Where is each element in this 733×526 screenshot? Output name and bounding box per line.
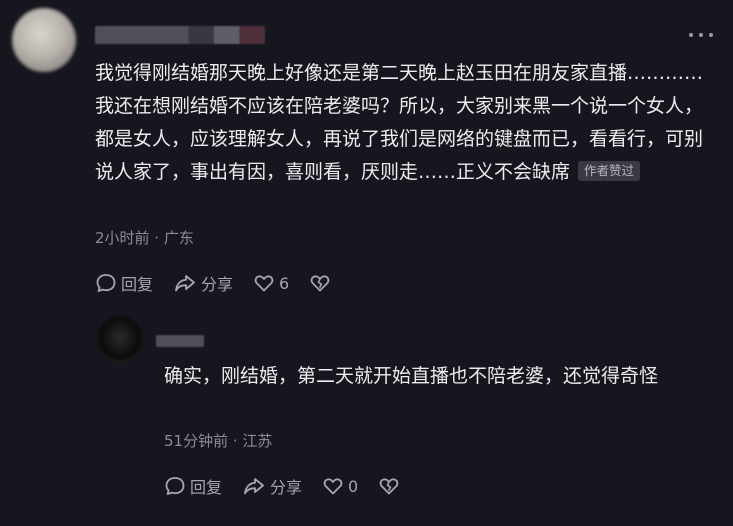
- reply-reply-button[interactable]: 回复: [164, 474, 222, 498]
- avatar[interactable]: [12, 8, 76, 72]
- reply-username-blurred[interactable]: [156, 335, 204, 347]
- broken-heart-icon: [379, 478, 399, 495]
- author-liked-badge: 作者赞过: [578, 161, 641, 181]
- comment-text-block: 我觉得刚结婚那天晚上好像还是第二天晚上赵玉田在朋友家直播…………我还在想刚结婚不…: [95, 57, 710, 189]
- reply-text: 确实，刚结婚，第二天就开始直播也不陪老婆，还觉得奇怪: [164, 365, 659, 387]
- heart-icon: [254, 275, 274, 292]
- reply-label: 回复: [190, 478, 223, 497]
- comment-bubble-icon: [165, 477, 185, 495]
- more-options-icon[interactable]: [689, 33, 713, 37]
- like-count: 0: [348, 476, 359, 496]
- share-label: 分享: [201, 275, 234, 294]
- reply-avatar[interactable]: [96, 316, 144, 364]
- reply-label: 回复: [121, 275, 154, 294]
- comment-meta: 2小时前 · 广东: [95, 229, 194, 247]
- comment-bubble-icon: [96, 274, 116, 292]
- reply-share-button[interactable]: 分享: [242, 474, 302, 498]
- reply-button[interactable]: 回复: [95, 271, 153, 295]
- share-label: 分享: [270, 478, 303, 497]
- share-icon: [175, 275, 195, 292]
- reply-like-button[interactable]: 0: [322, 475, 358, 497]
- username-blurred[interactable]: [95, 26, 265, 44]
- share-button[interactable]: 分享: [173, 271, 233, 295]
- dislike-button[interactable]: [309, 272, 335, 294]
- like-count: 6: [279, 273, 290, 293]
- reply-actions: 回复 分享 0: [164, 474, 404, 498]
- reply-meta: 51分钟前 · 江苏: [164, 432, 273, 450]
- reply-dislike-button[interactable]: [378, 475, 404, 497]
- heart-icon: [323, 478, 343, 495]
- comment-actions: 回复 分享 6: [95, 271, 335, 295]
- like-button[interactable]: 6: [253, 272, 289, 294]
- broken-heart-icon: [310, 275, 330, 292]
- share-icon: [244, 478, 264, 495]
